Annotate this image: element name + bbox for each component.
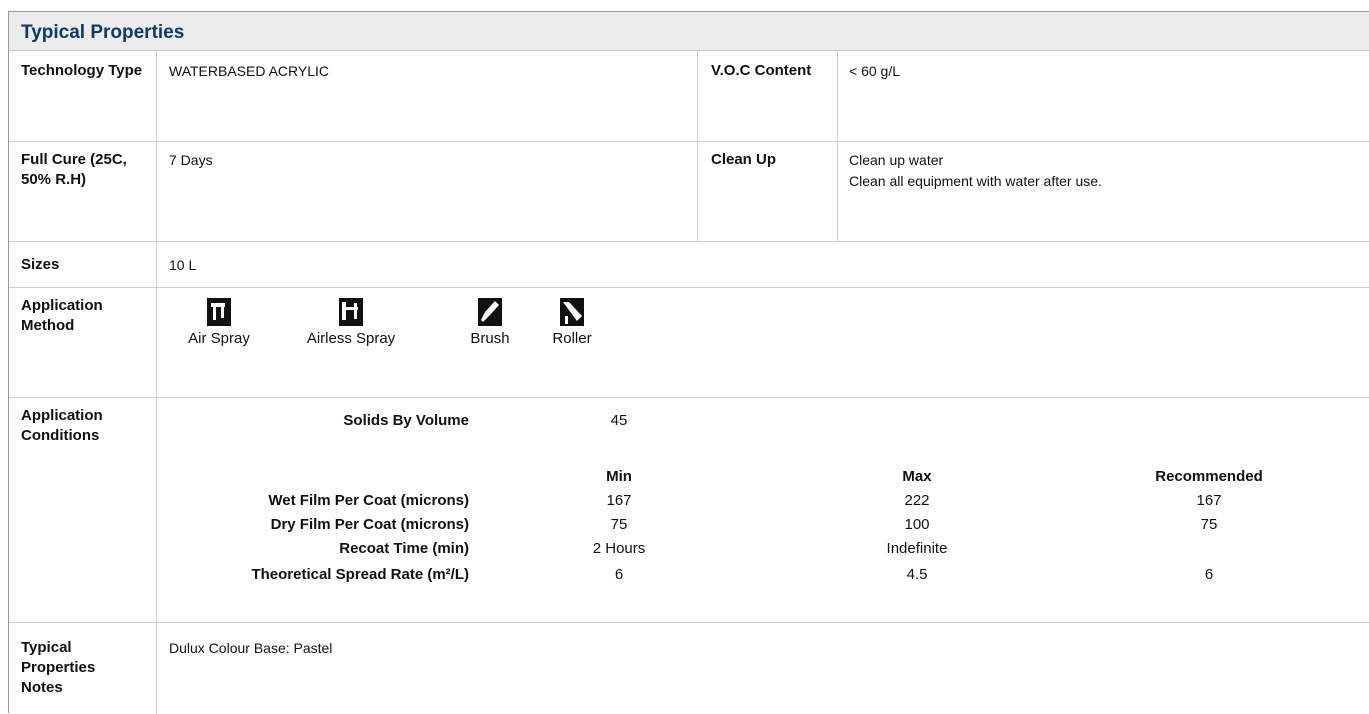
- table-row-label: Wet Film Per Coat (microns): [268, 492, 469, 509]
- voc-label: V.O.C Content: [711, 62, 812, 79]
- full-cure-value: 7 Days: [169, 152, 213, 168]
- air-spray-icon: [207, 298, 231, 326]
- method-label: Airless Spray: [306, 330, 396, 347]
- table-cell-max: 100: [904, 516, 930, 533]
- row-sizes: Sizes 10 L: [9, 242, 1369, 288]
- technology-type-value: WATERBASED ACRYLIC: [169, 63, 330, 79]
- full-cure-label: Full Cure (25C, 50% R.H): [21, 151, 127, 188]
- table-cell-max: 222: [904, 492, 930, 509]
- voc-value: < 60 g/L: [849, 63, 900, 79]
- typical-properties-panel: Typical Properties Technology Type WATER…: [8, 11, 1369, 714]
- row-technology-type: Technology Type WATERBASED ACRYLIC V.O.C…: [9, 51, 1369, 142]
- clean-up-label: Clean Up: [711, 151, 777, 168]
- row-notes: Typical Properties Notes Dulux Colour Ba…: [9, 623, 1369, 714]
- method-label: Roller: [552, 330, 592, 347]
- application-method-label: Application Method: [21, 297, 103, 334]
- airless-spray-icon: [339, 298, 363, 326]
- sizes-label: Sizes: [21, 256, 60, 273]
- notes-label: Typical Properties Notes: [21, 639, 96, 696]
- table-cell-max: 4.5: [906, 566, 928, 583]
- brush-icon: [478, 298, 502, 326]
- panel-title: Typical Properties: [21, 22, 185, 43]
- table-cell-min: 2 Hours: [592, 540, 646, 557]
- table-cell-recommended: 75: [1200, 516, 1218, 533]
- row-full-cure: Full Cure (25C, 50% R.H) 7 Days Clean Up…: [9, 142, 1369, 242]
- solids-value: 45: [610, 412, 628, 429]
- table-cell-min: 6: [614, 566, 624, 583]
- method-label: Air Spray: [188, 330, 250, 347]
- column-max: Max: [902, 468, 932, 485]
- clean-up-line1: Clean up water: [849, 152, 944, 168]
- table-row-label: Recoat Time (min): [339, 540, 469, 557]
- technology-type-label: Technology Type: [21, 62, 143, 79]
- method-roller: Roller: [547, 298, 597, 347]
- table-cell-min: 75: [610, 516, 628, 533]
- column-recommended: Recommended: [1155, 468, 1263, 485]
- table-cell-min: 167: [606, 492, 632, 509]
- roller-icon: [560, 298, 584, 326]
- panel-header: Typical Properties: [9, 12, 1369, 51]
- column-min: Min: [606, 468, 632, 485]
- table-cell-recommended: 167: [1196, 492, 1222, 509]
- solids-label: Solids By Volume: [343, 412, 469, 429]
- sizes-value: 10 L: [169, 257, 197, 273]
- method-air-spray: Air Spray: [174, 298, 264, 347]
- row-application-conditions: Application Conditions Solids By Volume …: [9, 398, 1369, 623]
- application-conditions-label: Application Conditions: [21, 407, 103, 444]
- table-cell-max: Indefinite: [886, 540, 948, 557]
- notes-value: Dulux Colour Base: Pastel: [169, 640, 333, 656]
- method-label: Brush: [470, 330, 510, 347]
- method-airless-spray: Airless Spray: [296, 298, 406, 347]
- table-cell-recommended: 6: [1204, 566, 1214, 583]
- table-row-label: Dry Film Per Coat (microns): [270, 516, 469, 533]
- method-brush: Brush: [455, 298, 525, 347]
- clean-up-line2: Clean all equipment with water after use…: [849, 173, 1102, 189]
- row-application-method: Application Method Air Spray Airless Spr…: [9, 288, 1369, 398]
- table-row-label: Theoretical Spread Rate (m²/L): [251, 566, 469, 583]
